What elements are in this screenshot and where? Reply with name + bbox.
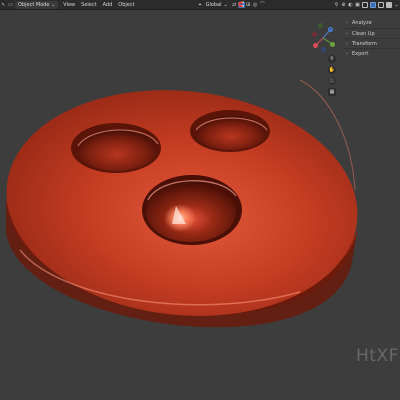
- shading-options-icon[interactable]: ⌄: [393, 2, 400, 8]
- hole-right: [196, 116, 266, 150]
- pan-hand-icon[interactable]: ✋: [328, 66, 336, 74]
- sidebar-panel: › Analyze › Clean Up › Transform › Expor…: [343, 18, 400, 58]
- camera-icon[interactable]: 🎥: [328, 77, 336, 85]
- model-render: [6, 79, 358, 328]
- material-shading-icon[interactable]: [378, 1, 384, 8]
- gizmo-toggle-icon[interactable]: ⊕: [340, 2, 347, 8]
- visibility-icon[interactable]: ⚲: [333, 2, 340, 8]
- zoom-icon[interactable]: ⚲: [328, 55, 336, 63]
- grid-icon[interactable]: ▦: [328, 88, 336, 96]
- cursor-icon[interactable]: ↖: [0, 2, 7, 8]
- snap-target-icon[interactable]: ⊞: [245, 2, 252, 8]
- transform-orientation-label: Global: [205, 1, 222, 8]
- header-toolbar: ↖ ▭ Object Mode ⌄ View Select Add Object…: [0, 0, 400, 10]
- gizmo-y-axis[interactable]: [330, 42, 335, 47]
- menu-object[interactable]: Object: [115, 1, 137, 9]
- orientation-icon: ⌖: [198, 1, 202, 8]
- mode-dropdown-label: Object Mode: [18, 1, 50, 8]
- sidebar-item-clean-up[interactable]: › Clean Up: [343, 28, 400, 38]
- gizmo-z-axis[interactable]: Z: [328, 27, 333, 32]
- sidebar-item-export[interactable]: › Export: [343, 48, 400, 58]
- 3d-viewport[interactable]: [0, 10, 400, 400]
- proportional-edit-icon[interactable]: ◎: [252, 2, 259, 8]
- hole-left: [77, 129, 157, 171]
- gizmo-neg-z-axis[interactable]: [321, 47, 326, 52]
- mode-dropdown[interactable]: Object Mode ⌄: [15, 0, 59, 9]
- gizmo-neg-x-axis[interactable]: [312, 32, 317, 37]
- xray-icon[interactable]: ▣: [354, 2, 361, 8]
- sidebar-item-label: Transform: [352, 40, 377, 47]
- overlay-icon[interactable]: ◐: [347, 2, 354, 8]
- watermark: HtXF: [356, 346, 399, 366]
- solid-shading-icon[interactable]: [370, 1, 376, 8]
- sidebar-item-label: Analyze: [352, 20, 372, 26]
- snap-icon[interactable]: 🧲: [237, 1, 245, 8]
- menu-select[interactable]: Select: [78, 1, 99, 9]
- menu-add[interactable]: Add: [100, 1, 116, 9]
- transform-orientation-dropdown[interactable]: ⌖ Global ⌄: [194, 1, 231, 9]
- navigation-gizmo[interactable]: Z: [308, 23, 338, 52]
- pivot-icon[interactable]: ⇄: [231, 2, 238, 8]
- select-box-icon[interactable]: ▭: [7, 2, 14, 8]
- gizmo-x-axis[interactable]: [313, 43, 318, 48]
- chevron-down-icon: ⌄: [49, 1, 56, 8]
- rendered-shading-icon[interactable]: [386, 1, 392, 8]
- wireframe-shading-icon[interactable]: [362, 1, 368, 8]
- sidebar-item-label: Clean Up: [352, 30, 375, 37]
- menu-view[interactable]: View: [60, 1, 78, 9]
- chevron-down-icon: ⌄: [223, 1, 228, 8]
- gizmo-neg-y-axis[interactable]: [318, 23, 323, 28]
- sidebar-item-transform[interactable]: › Transform: [343, 38, 400, 48]
- falloff-icon[interactable]: ⌒: [259, 2, 266, 8]
- sidebar-item-analyze[interactable]: › Analyze: [343, 18, 400, 28]
- sidebar-item-label: Export: [352, 50, 369, 57]
